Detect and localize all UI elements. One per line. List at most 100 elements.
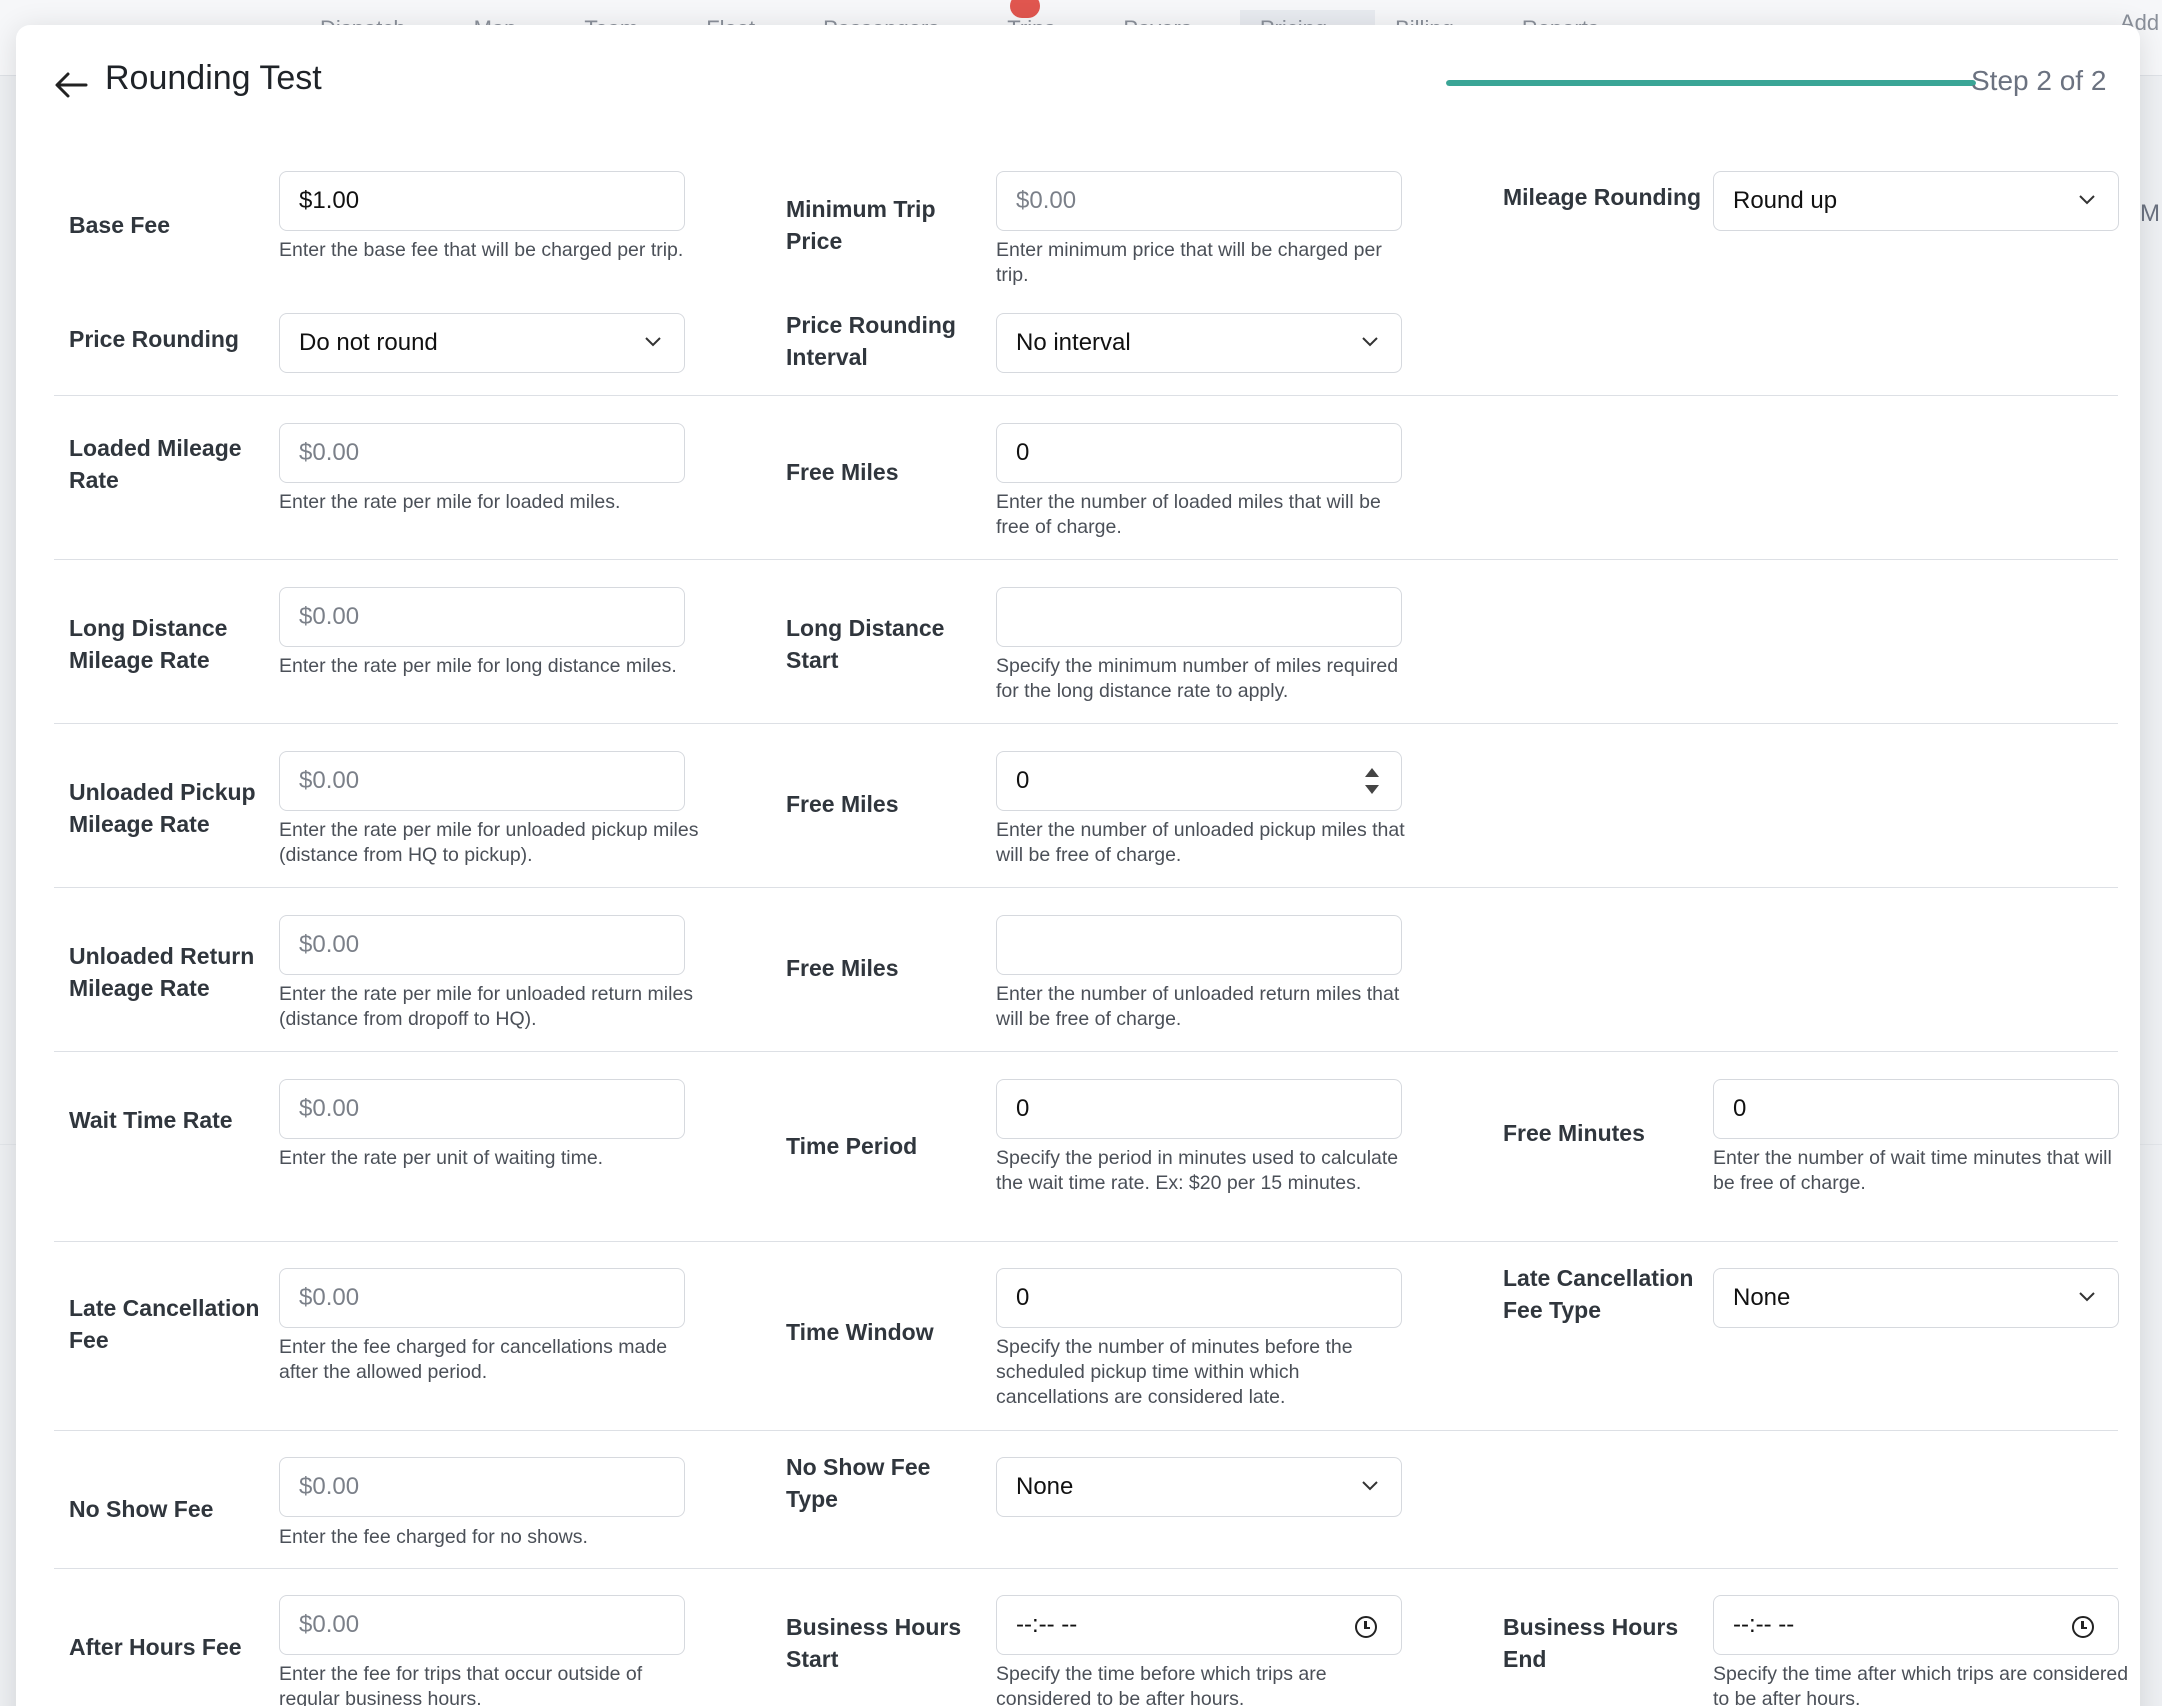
free-minutes-input[interactable]: 0	[1713, 1079, 2119, 1139]
time-window-label: Time Window	[786, 1319, 934, 1345]
business-hours-start-input[interactable]: --:-- --	[996, 1595, 1402, 1655]
wait-time-rate-label: Wait Time Rate	[69, 1107, 233, 1133]
after-hours-fee-help: Enter the fee for trips that occur outsi…	[279, 1663, 643, 1706]
minimum-trip-price-help: Enter minimum price that will be charged…	[996, 239, 1382, 286]
unloaded-return-free-miles-help: Enter the number of unloaded return mile…	[996, 983, 1400, 1030]
chevron-down-icon	[2079, 1292, 2095, 1302]
business-hours-end-value: --:-- --	[1733, 1611, 1795, 1638]
unloaded-pickup-free-miles-help: Enter the number of unloaded pickup mile…	[996, 819, 1405, 866]
free-minutes-help: Enter the number of wait time minutes th…	[1713, 1147, 2112, 1194]
unloaded-pickup-rate-help: Enter the rate per mile for unloaded pic…	[279, 819, 699, 866]
unloaded-pickup-rate-input[interactable]: $0.00	[279, 751, 685, 811]
late-cancellation-fee-type-value: None	[1733, 1284, 1791, 1311]
loaded-mileage-section: Loaded Mileage Rate $0.00 Enter the rate…	[54, 396, 2118, 560]
late-cancellation-section: Late Cancellation Fee $0.00 Enter the fe…	[54, 1242, 2119, 1431]
pricing-modal: Rounding Test Step 2 of 2 Base Fee $1.00…	[16, 25, 2140, 1706]
price-rounding-interval-value: No interval	[1016, 329, 1131, 356]
loaded-free-miles-help: Enter the number of loaded miles that wi…	[996, 491, 1381, 538]
business-hours-end-help: Specify the time after which trips are c…	[1713, 1663, 2129, 1706]
loaded-mileage-rate-help: Enter the rate per mile for loaded miles…	[279, 491, 621, 513]
chevron-down-icon	[1362, 1481, 1378, 1491]
clock-icon[interactable]	[1355, 1616, 1377, 1638]
wait-time-section: Wait Time Rate $0.00 Enter the rate per …	[54, 1052, 2119, 1242]
chevron-down-icon	[645, 337, 661, 347]
price-rounding-value: Do not round	[299, 329, 438, 356]
time-period-help: Specify the period in minutes used to ca…	[996, 1147, 1399, 1194]
minimum-trip-price-input[interactable]: $0.00	[996, 171, 1402, 231]
price-rounding-interval-select[interactable]: No interval	[996, 313, 1402, 373]
minimum-trip-price-label: Minimum Trip Price	[786, 196, 936, 254]
loaded-free-miles-label: Free Miles	[786, 459, 899, 485]
progress-fill	[1446, 80, 1976, 86]
unloaded-return-rate-help: Enter the rate per mile for unloaded ret…	[279, 983, 694, 1030]
free-minutes-label: Free Minutes	[1503, 1120, 1645, 1146]
long-distance-start-input[interactable]	[996, 587, 1402, 647]
trips-badge	[1010, 0, 1040, 18]
business-hours-end-input[interactable]: --:-- --	[1713, 1595, 2119, 1655]
unloaded-pickup-section: Unloaded Pickup Mileage Rate $0.00 Enter…	[54, 724, 2118, 888]
business-hours-end-label: Business Hours End	[1503, 1614, 1679, 1672]
long-distance-rate-input[interactable]: $0.00	[279, 587, 685, 647]
late-cancellation-fee-label: Late Cancellation Fee	[69, 1295, 260, 1353]
late-cancellation-fee-input[interactable]: $0.00	[279, 1268, 685, 1328]
page-title: Rounding Test	[105, 59, 322, 97]
unloaded-pickup-rate-label: Unloaded Pickup Mileage Rate	[69, 779, 256, 837]
unloaded-return-section: Unloaded Return Mileage Rate $0.00 Enter…	[54, 888, 2118, 1052]
long-distance-section: Long Distance Mileage Rate $0.00 Enter t…	[54, 560, 2118, 724]
modal-header: Rounding Test Step 2 of 2	[16, 25, 2140, 135]
clock-icon[interactable]	[2072, 1616, 2094, 1638]
price-rounding-select[interactable]: Do not round	[279, 313, 685, 373]
unloaded-pickup-free-miles-input[interactable]: 0	[996, 751, 1402, 811]
loaded-mileage-rate-input[interactable]: $0.00	[279, 423, 685, 483]
mileage-rounding-select[interactable]: Round up	[1713, 171, 2119, 231]
no-show-fee-type-value: None	[1016, 1473, 1074, 1500]
business-hours-start-value: --:-- --	[1016, 1611, 1078, 1638]
no-show-section: No Show Fee $0.00 Enter the fee charged …	[54, 1431, 2118, 1569]
wait-time-rate-input[interactable]: $0.00	[279, 1079, 685, 1139]
unloaded-return-rate-input[interactable]: $0.00	[279, 915, 685, 975]
form-content: Base Fee $1.00 Enter the base fee that w…	[54, 147, 2128, 1706]
unloaded-return-free-miles-label: Free Miles	[786, 955, 899, 981]
number-spinner-icon[interactable]	[1365, 768, 1379, 794]
late-cancellation-fee-help: Enter the fee charged for cancellations …	[279, 1336, 668, 1383]
mileage-rounding-value: Round up	[1733, 187, 1838, 214]
base-fee-input[interactable]: $1.00	[279, 171, 685, 231]
after-hours-fee-label: After Hours Fee	[69, 1634, 242, 1660]
progress-bar	[1446, 80, 1976, 86]
time-period-input[interactable]: 0	[996, 1079, 1402, 1139]
no-show-fee-type-select[interactable]: None	[996, 1457, 1402, 1517]
price-rounding-interval-label: Price Rounding Interval	[786, 312, 956, 370]
time-window-help: Specify the number of minutes before the…	[996, 1336, 1353, 1408]
long-distance-start-label: Long Distance Start	[786, 615, 945, 673]
mileage-rounding-label: Mileage Rounding	[1503, 184, 1702, 210]
late-cancellation-fee-type-select[interactable]: None	[1713, 1268, 2119, 1328]
chevron-down-icon	[1362, 337, 1378, 347]
unloaded-pickup-free-miles-label: Free Miles	[786, 791, 899, 817]
no-show-fee-help: Enter the fee charged for no shows.	[279, 1526, 588, 1548]
time-period-label: Time Period	[786, 1133, 918, 1159]
late-cancellation-fee-type-label: Late Cancellation Fee Type	[1503, 1265, 1694, 1323]
base-fee-help: Enter the base fee that will be charged …	[279, 239, 684, 261]
base-fee-label: Base Fee	[69, 212, 171, 238]
long-distance-rate-help: Enter the rate per mile for long distanc…	[279, 655, 677, 677]
loaded-mileage-rate-label: Loaded Mileage Rate	[69, 435, 242, 493]
long-distance-start-help: Specify the minimum number of miles requ…	[996, 655, 1399, 702]
loaded-free-miles-input[interactable]: 0	[996, 423, 1402, 483]
arrow-left-icon	[55, 72, 88, 98]
after-hours-fee-input[interactable]: $0.00	[279, 1595, 685, 1655]
no-show-fee-label: No Show Fee	[69, 1496, 214, 1522]
no-show-fee-type-label: No Show Fee Type	[786, 1454, 931, 1512]
no-show-fee-input[interactable]: $0.00	[279, 1457, 685, 1517]
unloaded-return-rate-label: Unloaded Return Mileage Rate	[69, 943, 255, 1001]
after-hours-section: After Hours Fee $0.00 Enter the fee for …	[54, 1569, 2128, 1706]
back-button[interactable]	[52, 65, 92, 105]
bg-side-letter: M	[2140, 200, 2160, 227]
unloaded-return-free-miles-input[interactable]	[996, 915, 1402, 975]
wait-time-rate-help: Enter the rate per unit of waiting time.	[279, 1147, 604, 1169]
step-indicator: Step 2 of 2	[1971, 65, 2107, 96]
rounding-section: Base Fee $1.00 Enter the base fee that w…	[54, 147, 2119, 396]
time-window-input[interactable]: 0	[996, 1268, 1402, 1328]
chevron-down-icon	[2079, 195, 2095, 205]
unloaded-pickup-free-miles-value: 0	[1016, 767, 1030, 794]
long-distance-rate-label: Long Distance Mileage Rate	[69, 615, 228, 673]
